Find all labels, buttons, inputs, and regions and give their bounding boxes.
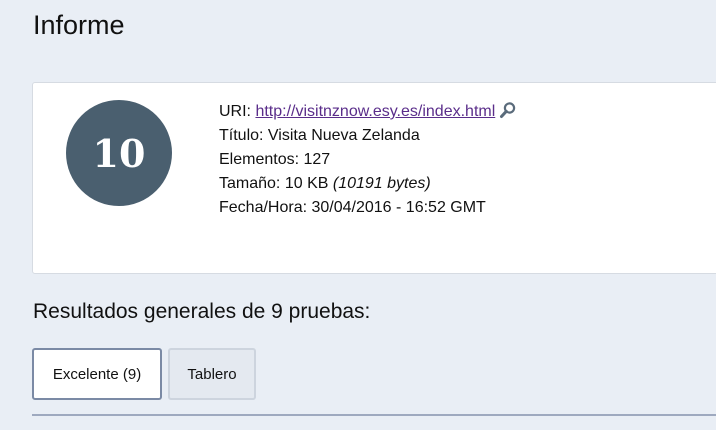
page-info: URI: http://visitnznow.esy.es/index.html…	[219, 100, 517, 220]
date-row: Fecha/Hora: 30/04/2016 - 16:52 GMT	[219, 196, 517, 220]
results-tabs: Excelente (9) Tablero	[32, 348, 256, 400]
date-value: 30/04/2016 - 16:52 GMT	[311, 199, 486, 216]
size-label: Tamaño:	[219, 175, 281, 192]
size-row: Tamaño: 10 KB (10191 bytes)	[219, 172, 517, 196]
tab-dashboard[interactable]: Tablero	[168, 348, 256, 400]
tabs-divider	[32, 414, 716, 416]
uri-link[interactable]: http://visitnznow.esy.es/index.html	[255, 103, 495, 120]
title-value: Visita Nueva Zelanda	[267, 127, 420, 144]
elements-value: 127	[303, 151, 331, 168]
tab-excellent[interactable]: Excelente (9)	[32, 348, 162, 400]
size-value: 10 KB	[284, 175, 329, 192]
title-label: Título:	[219, 127, 264, 144]
score-badge: 10	[66, 100, 172, 206]
results-heading: Resultados generales de 9 pruebas:	[33, 300, 371, 323]
page-title: Informe	[33, 10, 125, 40]
summary-card: 10 URI: http://visitnznow.esy.es/index.h…	[32, 82, 716, 274]
elements-label: Elementos:	[219, 151, 300, 168]
elements-row: Elementos: 127	[219, 148, 517, 172]
date-label: Fecha/Hora:	[219, 199, 308, 216]
uri-label: URI:	[219, 103, 251, 120]
search-icon[interactable]	[499, 101, 517, 119]
size-bytes: (10191 bytes)	[332, 175, 431, 192]
uri-row: URI: http://visitnznow.esy.es/index.html	[219, 100, 517, 124]
title-row: Título: Visita Nueva Zelanda	[219, 124, 517, 148]
